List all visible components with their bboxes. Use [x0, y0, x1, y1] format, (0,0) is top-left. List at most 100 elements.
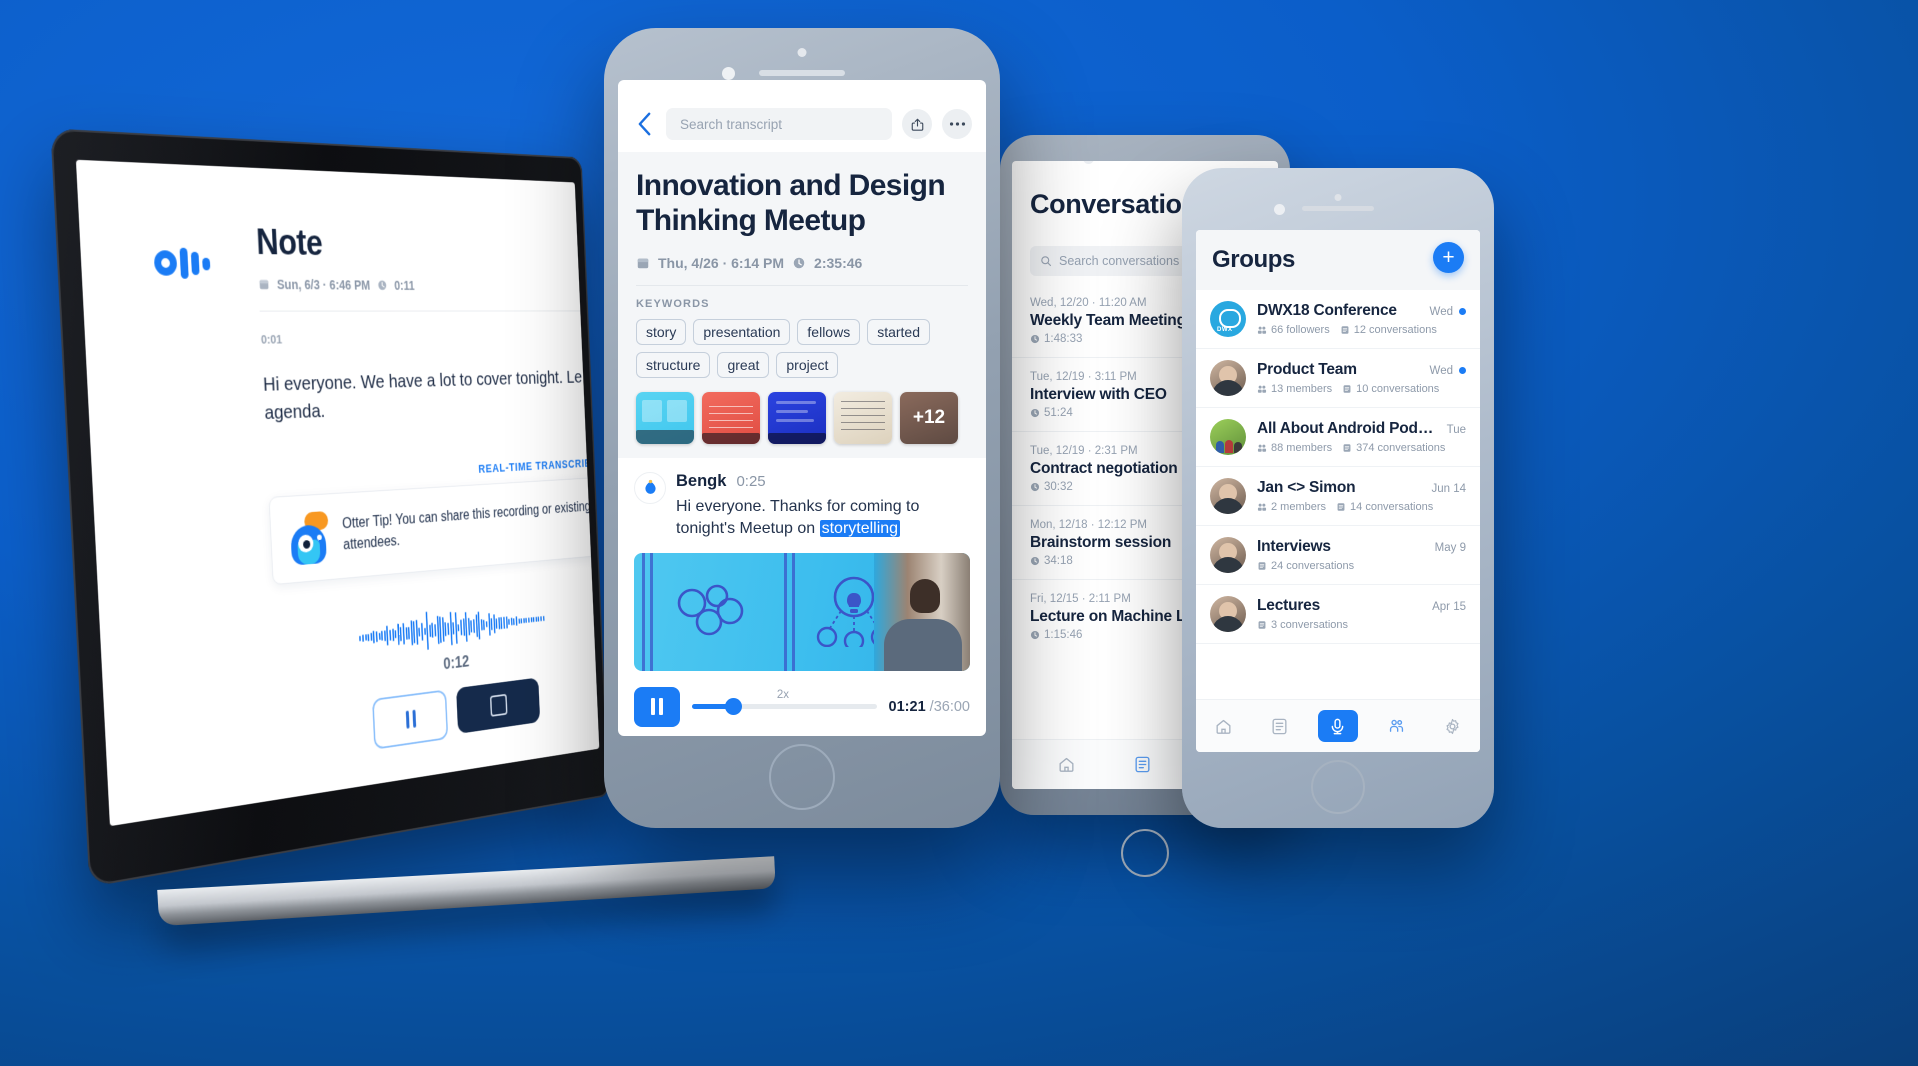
sensor-icon [722, 67, 735, 80]
keyword-chip[interactable]: great [717, 352, 769, 378]
people-icon [1257, 443, 1267, 453]
note-date: Sun, 6/3 · 6:46 PM [277, 277, 371, 293]
group-stats: 88 members 374 conversations [1257, 442, 1466, 454]
conversation-duration: 2:35:46 [814, 255, 862, 271]
speaker-name: Bengk [676, 472, 726, 491]
phone-home-button[interactable] [1311, 760, 1365, 814]
notes-icon [1342, 384, 1352, 394]
group-item[interactable]: DWX DWX18 Conference Wed 66 followers 12 con… [1196, 290, 1480, 349]
group-item[interactable]: Lectures Apr 15 3 conversations [1196, 585, 1480, 644]
back-button[interactable] [632, 111, 656, 137]
video-player[interactable] [634, 553, 970, 671]
keyword-chip[interactable]: started [867, 319, 930, 345]
nav-record[interactable] [1318, 710, 1358, 742]
note-title: Note [255, 223, 599, 269]
tablet-home-button[interactable] [1121, 829, 1169, 877]
group-item[interactable]: Interviews May 9 24 conversations [1196, 526, 1480, 585]
clock-icon [792, 256, 806, 270]
laptop-body: Note Sun, 6/3 · 6:46 PM 0:11 0:01 Hi eve… [50, 128, 609, 887]
nav-settings[interactable] [1435, 711, 1469, 741]
transcript-toolbar: Search transcript [618, 80, 986, 152]
keyword-chip[interactable]: project [776, 352, 838, 378]
page-title: Groups [1212, 246, 1464, 274]
pause-button[interactable] [634, 687, 680, 727]
group-item[interactable]: All About Android Podcast Tue 88 members 37… [1196, 408, 1480, 467]
thumbnail-more-button[interactable]: +12 [900, 392, 958, 444]
scene: Note Sun, 6/3 · 6:46 PM 0:11 0:01 Hi eve… [0, 0, 1918, 1066]
notes-icon [1257, 561, 1267, 571]
sensor-icon [1274, 204, 1285, 215]
phone-home-button[interactable] [769, 744, 835, 810]
speaker-grille [1302, 206, 1374, 211]
more-options-button[interactable] [942, 109, 972, 139]
group-conversations-stat: 10 conversations [1342, 383, 1439, 395]
keywords-list: story presentation fellows started structure… [636, 319, 968, 378]
search-transcript-input[interactable]: Search transcript [666, 108, 892, 140]
nav-home[interactable] [1049, 750, 1083, 780]
keyword-chip[interactable]: fellows [797, 319, 860, 345]
group-item[interactable]: Jan <> Simon Jun 14 2 members 14 conversati… [1196, 467, 1480, 526]
clock-icon [1030, 334, 1040, 344]
calendar-icon [636, 256, 650, 270]
front-camera-icon [1335, 194, 1342, 201]
transcript-entry: Bengk 0:25 Hi everyone. Thanks for comin… [618, 458, 986, 541]
conversation-meta: Thu, 4/26 · 6:14 PM 2:35:46 [636, 255, 968, 271]
clock-icon [1030, 482, 1040, 492]
keyword-chip[interactable]: structure [636, 352, 710, 378]
playback-controls: 2x 01:21 /36:00 [618, 671, 986, 727]
add-group-button[interactable]: + [1433, 242, 1464, 273]
group-conversations-stat: 374 conversations [1342, 442, 1445, 454]
segment-text: Hi everyone. We have a lot to cover toni… [263, 364, 600, 428]
notes-icon [1133, 755, 1152, 774]
phone-bottom-nav [1196, 699, 1480, 752]
front-camera-icon [798, 48, 807, 57]
speed-label: 2x [777, 689, 789, 701]
note-meta: Sun, 6/3 · 6:46 PM 0:11 [258, 277, 599, 294]
search-placeholder: Search transcript [680, 117, 782, 132]
people-icon [1257, 325, 1267, 335]
group-timestamp: Tue [1447, 424, 1466, 436]
otter-tip-card: Otter Tip! You can share this recording … [269, 475, 600, 585]
speed-slider[interactable]: 2x [692, 704, 877, 709]
laptop-screen: Note Sun, 6/3 · 6:46 PM 0:11 0:01 Hi eve… [76, 160, 599, 826]
laptop-base [157, 856, 776, 926]
notes-icon [1270, 717, 1289, 736]
notes-icon [1336, 502, 1346, 512]
groups-list: DWX DWX18 Conference Wed 66 followers 12 con… [1196, 290, 1480, 644]
nav-people[interactable] [1380, 711, 1414, 741]
nav-notes[interactable] [1125, 750, 1159, 780]
divider [636, 285, 968, 286]
thumbnail-slide-4[interactable] [834, 392, 892, 444]
search-placeholder: Search conversations [1059, 254, 1179, 268]
group-conversations-stat: 3 conversations [1257, 619, 1348, 631]
record-icon [1328, 717, 1347, 736]
group-members-stat: 66 followers [1257, 324, 1330, 336]
gear-icon [1443, 717, 1462, 736]
group-members-stat: 13 members [1257, 383, 1332, 395]
nav-home[interactable] [1207, 711, 1241, 741]
thumbnail-slide-3[interactable] [768, 392, 826, 444]
people-icon [1257, 384, 1267, 394]
slider-knob[interactable] [725, 698, 742, 715]
playback-time: 01:21 /36:00 [889, 699, 970, 715]
group-details: Lectures Apr 15 3 conversations [1257, 597, 1466, 631]
pause-button[interactable] [372, 689, 448, 749]
thumbnail-slide-1[interactable] [636, 392, 694, 444]
thumbnail-slide-2[interactable] [702, 392, 760, 444]
nav-notes[interactable] [1262, 711, 1296, 741]
person-avatar [1210, 360, 1246, 396]
groups-header: Groups + [1196, 230, 1480, 290]
group-name: Lectures [1257, 597, 1426, 615]
stop-button[interactable] [456, 677, 540, 733]
group-conversations-stat: 14 conversations [1336, 501, 1433, 513]
group-item[interactable]: Product Team Wed 13 members 10 conversation… [1196, 349, 1480, 408]
group-timestamp: Jun 14 [1431, 483, 1466, 495]
share-button[interactable] [902, 109, 932, 139]
keyword-chip[interactable]: presentation [693, 319, 790, 345]
group-stats: 13 members 10 conversations [1257, 383, 1466, 395]
phone-center-device: Search transcript Innovation and Design … [604, 28, 1000, 828]
person-avatar [1210, 596, 1246, 632]
keyword-chip[interactable]: story [636, 319, 686, 345]
group-stats: 2 members 14 conversations [1257, 501, 1466, 513]
people-icon [1257, 502, 1267, 512]
